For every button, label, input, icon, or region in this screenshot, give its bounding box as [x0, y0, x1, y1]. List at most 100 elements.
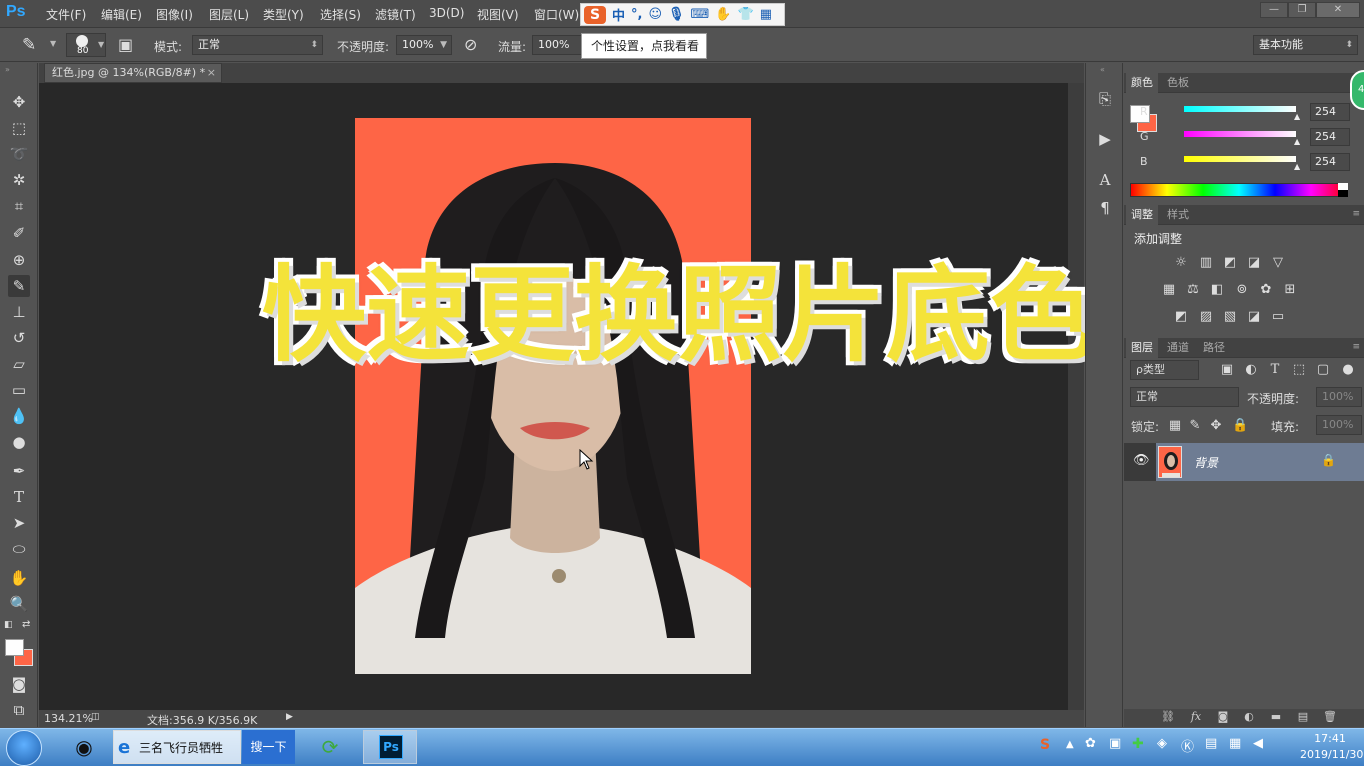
panel-menu-icon[interactable]: ≡: [1352, 342, 1360, 352]
pen-tool-icon[interactable]: ✒: [8, 460, 30, 482]
menu-view[interactable]: 视图(V): [477, 6, 519, 23]
tray-icon-3[interactable]: ✚: [1132, 736, 1144, 752]
gradient-map-icon[interactable]: ▭: [1270, 309, 1286, 325]
b-value[interactable]: 254: [1310, 153, 1350, 171]
tab-paths[interactable]: 路径: [1198, 338, 1230, 358]
color-spectrum-bar[interactable]: [1130, 183, 1348, 197]
toolbox-icon[interactable]: ✋: [715, 7, 731, 22]
foreground-color-swatch[interactable]: [5, 639, 24, 656]
marquee-tool-icon[interactable]: ⬚: [8, 117, 30, 139]
tab-channels[interactable]: 通道: [1162, 338, 1194, 358]
restore-button[interactable]: ❐: [1288, 2, 1316, 18]
r-value[interactable]: 254: [1310, 103, 1350, 121]
tray-expand-icon[interactable]: ▲: [1066, 739, 1074, 750]
hue-saturation-icon[interactable]: ▦: [1161, 282, 1177, 298]
screen-mode-icon[interactable]: ⧉: [8, 699, 30, 721]
shape-filter-icon[interactable]: ⬚: [1291, 362, 1307, 378]
fill-field[interactable]: 100%: [1316, 415, 1362, 435]
posterize-icon[interactable]: ▨: [1198, 309, 1214, 325]
menu-file[interactable]: 文件(F): [46, 6, 86, 23]
vertical-scrollbar[interactable]: [1068, 83, 1084, 710]
menu-edit[interactable]: 编辑(E): [101, 6, 142, 23]
hand-tool-icon[interactable]: ✋: [8, 567, 30, 589]
tab-adjustments[interactable]: 调整: [1126, 205, 1158, 225]
tray-clock[interactable]: 17:41 2019/11/30: [1300, 731, 1363, 763]
keyboard-icon[interactable]: ⌨: [691, 7, 710, 22]
taskbar-photoshop-item[interactable]: Ps: [363, 730, 417, 764]
layer-thumbnail[interactable]: [1158, 446, 1182, 478]
new-group-icon[interactable]: ▬: [1267, 710, 1285, 723]
layer-opacity-field[interactable]: 100%: [1316, 387, 1362, 407]
g-slider[interactable]: [1184, 131, 1296, 137]
new-adjustment-icon[interactable]: ◐: [1240, 710, 1258, 723]
menu-filter[interactable]: 滤镜(T): [375, 6, 416, 23]
dodge-tool-icon[interactable]: ●: [8, 431, 30, 453]
mode-select[interactable]: 正常 ⬍: [192, 35, 323, 55]
crop-tool-icon[interactable]: ⌗: [8, 195, 30, 217]
menu-window[interactable]: 窗口(W): [534, 6, 579, 23]
brush-panel-icon[interactable]: ▣: [118, 35, 133, 54]
b-slider[interactable]: [1184, 156, 1296, 162]
search-button[interactable]: 搜一下: [242, 730, 295, 764]
dropdown-arrow-icon[interactable]: ▼: [50, 39, 56, 48]
status-icon[interactable]: ◫: [91, 712, 100, 722]
character-icon[interactable]: A: [1095, 170, 1115, 190]
sogou-tray-icon[interactable]: S: [1040, 737, 1050, 753]
refresh-app-icon[interactable]: ⟳: [310, 730, 350, 764]
ime-punct[interactable]: °,: [631, 7, 642, 22]
lasso-tool-icon[interactable]: ➰: [8, 143, 30, 165]
slider-handle-icon[interactable]: ▲: [1294, 112, 1300, 121]
ellipse-tool-icon[interactable]: ⬭: [8, 538, 30, 560]
r-slider[interactable]: [1184, 106, 1296, 112]
start-button[interactable]: [6, 730, 42, 766]
threshold-icon[interactable]: ▧: [1222, 309, 1238, 325]
play-arrow-icon[interactable]: ▶: [286, 712, 293, 722]
magic-wand-tool-icon[interactable]: ✲: [8, 169, 30, 191]
sogou-logo-icon[interactable]: S: [584, 5, 606, 24]
layer-filter-select[interactable]: ρ类型: [1130, 360, 1199, 380]
tray-icon-6[interactable]: ▤: [1205, 736, 1217, 751]
collapse-icon[interactable]: «: [1100, 65, 1105, 74]
pressure-opacity-icon[interactable]: ⊘: [464, 35, 477, 54]
link-layers-icon[interactable]: ⛓: [1159, 710, 1177, 723]
tab-styles[interactable]: 样式: [1162, 205, 1194, 225]
media-player-icon[interactable]: ◉: [62, 730, 106, 764]
filter-toggle-icon[interactable]: ●: [1340, 362, 1356, 378]
brightness-icon[interactable]: ☼: [1173, 255, 1189, 271]
pixel-filter-icon[interactable]: ▣: [1219, 362, 1235, 378]
color-balance-icon[interactable]: ⚖: [1185, 282, 1201, 298]
curves-icon[interactable]: ◩: [1222, 255, 1238, 271]
lock-pixels-icon[interactable]: ✎: [1187, 418, 1203, 434]
black-white-ramp[interactable]: [1338, 183, 1348, 197]
smart-object-filter-icon[interactable]: ▢: [1315, 362, 1331, 378]
photo-filter-icon[interactable]: ⊚: [1234, 282, 1250, 298]
add-mask-icon[interactable]: ◙: [1214, 710, 1232, 723]
paragraph-icon[interactable]: ¶: [1095, 198, 1115, 218]
microphone-icon[interactable]: 🎙: [668, 7, 685, 22]
selective-color-icon[interactable]: ◪: [1246, 309, 1262, 325]
adjustment-filter-icon[interactable]: ◐: [1243, 362, 1259, 378]
visibility-eye-icon[interactable]: 👁: [1133, 453, 1150, 468]
notification-badge[interactable]: 43: [1350, 70, 1364, 110]
taskbar-browser-item[interactable]: e 三名飞行员牺牲: [113, 730, 241, 764]
volume-icon[interactable]: ◀: [1253, 736, 1263, 751]
opacity-field[interactable]: 100% ▼: [396, 35, 452, 55]
actions-icon[interactable]: ▶: [1095, 129, 1115, 149]
tray-icon-4[interactable]: ◈: [1157, 736, 1167, 751]
menu-type[interactable]: 类型(Y): [263, 6, 304, 23]
ime-toolbar[interactable]: S 中 °, ☺ 🎙 ⌨ ✋ 👕 ▦: [580, 3, 785, 26]
tray-icon-1[interactable]: ✿: [1085, 736, 1096, 751]
fx-icon[interactable]: fx: [1187, 710, 1205, 723]
move-tool-icon[interactable]: ✥: [8, 91, 30, 113]
tab-color[interactable]: 颜色: [1126, 73, 1158, 93]
brush-preset-picker[interactable]: 80 ▼: [66, 33, 106, 57]
skin-icon[interactable]: 👕: [738, 7, 754, 22]
vibrance-icon[interactable]: ▽: [1270, 255, 1286, 271]
minimize-button[interactable]: —: [1260, 2, 1288, 18]
exposure-icon[interactable]: ◪: [1246, 255, 1262, 271]
quick-mask-icon[interactable]: ◙: [8, 673, 30, 695]
workspace-select[interactable]: 基本功能 ⬍: [1253, 35, 1358, 55]
channel-mixer-icon[interactable]: ✿: [1258, 282, 1274, 298]
slider-handle-icon[interactable]: ▲: [1294, 162, 1300, 171]
ime-mode[interactable]: 中: [612, 5, 625, 24]
